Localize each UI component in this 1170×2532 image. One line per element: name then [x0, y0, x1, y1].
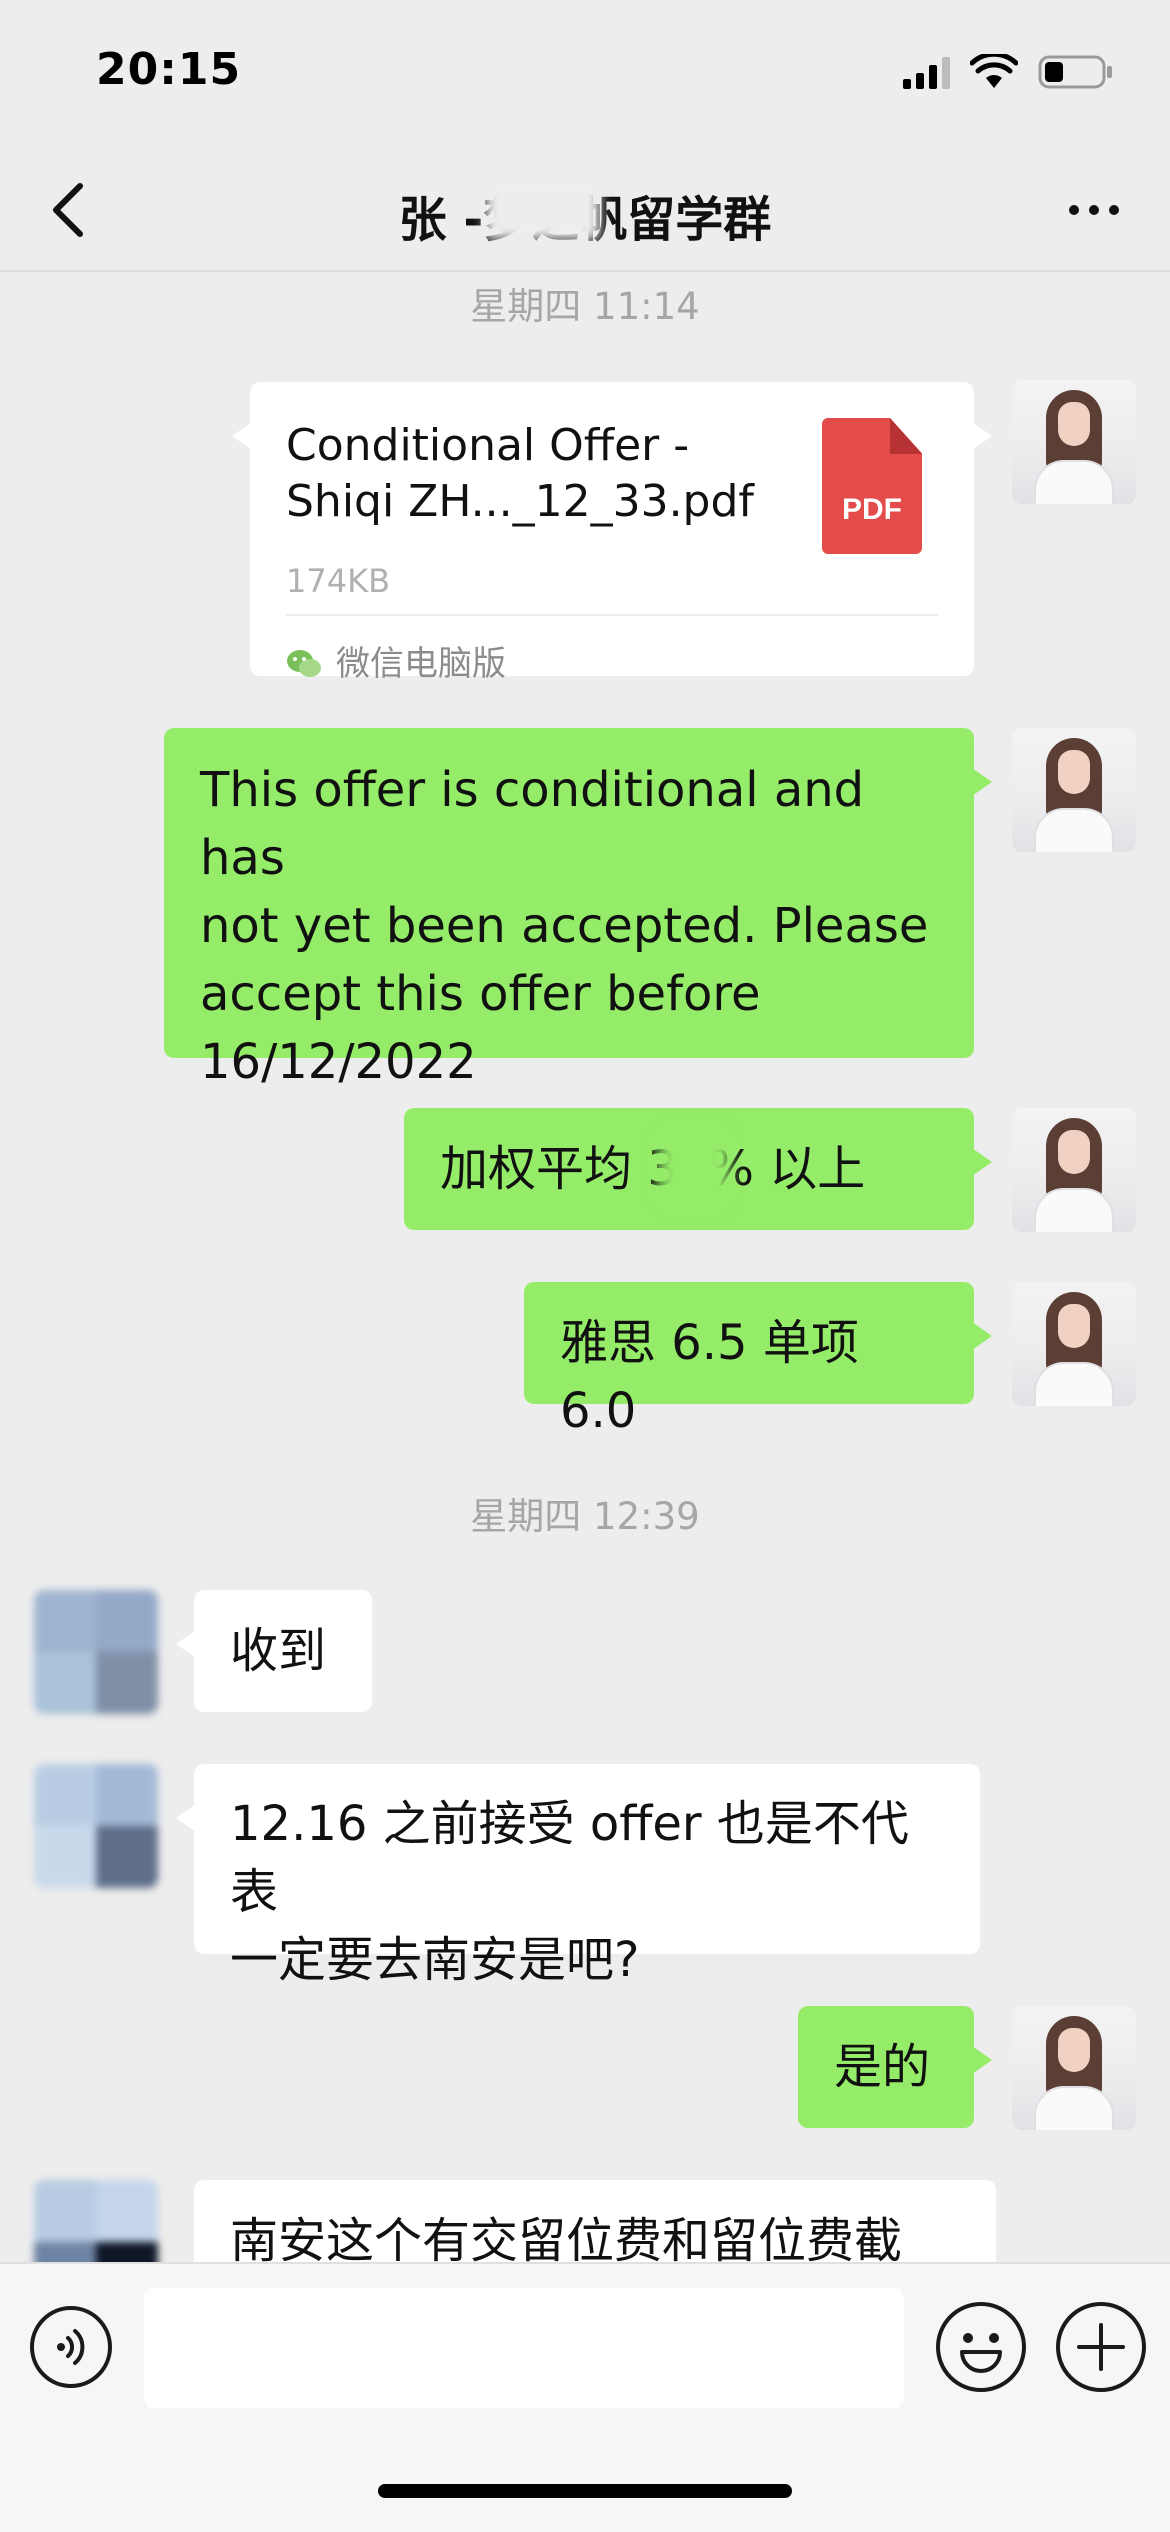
voice-input-button[interactable] — [30, 2306, 112, 2388]
message-input[interactable] — [144, 2288, 904, 2408]
wechat-icon — [287, 650, 321, 677]
message-bubble-sent[interactable]: 加权平均 33% 以上 — [404, 1108, 992, 1230]
more-dots-icon — [1069, 205, 1079, 215]
my-avatar[interactable] — [1012, 2006, 1136, 2130]
wifi-icon — [970, 54, 1018, 88]
message-bubble-sent[interactable]: 是的 — [798, 2006, 992, 2128]
home-indicator[interactable] — [378, 2484, 792, 2498]
back-button[interactable] — [36, 178, 100, 242]
plus-icon — [1077, 2323, 1125, 2371]
message-line: not yet been accepted. Please — [200, 898, 929, 954]
message-line: 一定要去南安是吧? — [230, 1932, 640, 1988]
message-bubble-sent[interactable]: This offer is conditional and has not ye… — [164, 728, 992, 1090]
file-size: 174KB — [286, 562, 391, 600]
message-text: 南安这个有交留位费和留位费截 — [230, 2213, 903, 2269]
file-message-card[interactable]: Conditional Offer - Shiqi ZH..._12_33.pd… — [232, 382, 992, 684]
status-time: 20:15 — [96, 44, 242, 95]
timestamp: 星期四 11:14 — [470, 285, 700, 328]
chat-title: 张 -梦之帆留学群 — [230, 180, 940, 250]
emoji-button[interactable] — [936, 2302, 1026, 2392]
my-avatar[interactable] — [1012, 1282, 1136, 1406]
file-name: Conditional Offer - Shiqi ZH..._12_33.pd… — [286, 420, 754, 527]
divider — [286, 614, 938, 616]
input-bar — [0, 2262, 1170, 2532]
my-avatar[interactable] — [1012, 1108, 1136, 1232]
message-text: 加权平均 33% 以上 — [440, 1141, 866, 1197]
message-line: 16/12/2022 — [200, 1034, 477, 1090]
message-line: 12.16 之前接受 offer 也是不代表 — [230, 1796, 909, 1920]
chevron-left-icon — [53, 183, 83, 237]
chat-header: 张 -梦之帆留学群 — [0, 150, 1170, 272]
contact-avatar[interactable] — [34, 1590, 158, 1714]
message-line: This offer is conditional and has — [200, 762, 865, 886]
file-source-label: 微信电脑版 — [336, 644, 506, 684]
message-text: 收到 — [230, 1623, 327, 1679]
message-bubble-received[interactable]: 12.16 之前接受 offer 也是不代表 一定要去南安是吧? — [176, 1764, 980, 1988]
my-avatar[interactable] — [1012, 380, 1136, 504]
message-bubble-sent[interactable]: 雅思 6.5 单项 6.0 — [524, 1282, 992, 1439]
status-bar: 20:15 — [0, 0, 1170, 150]
privacy-blur — [658, 1128, 730, 1208]
voice-wave-icon — [57, 2329, 85, 2365]
title-privacy-blur — [485, 180, 600, 240]
more-options-button[interactable] — [1052, 178, 1136, 242]
message-text: 雅思 6.5 单项 6.0 — [560, 1315, 859, 1439]
message-line: accept this offer before — [200, 966, 761, 1022]
battery-icon — [1038, 55, 1112, 89]
pdf-label: PDF — [842, 493, 902, 526]
smiley-icon — [960, 2333, 1002, 2373]
more-functions-button[interactable] — [1056, 2302, 1146, 2392]
file-source: 微信电脑版 — [286, 630, 506, 698]
status-icons — [903, 52, 1114, 92]
message-text: 是的 — [834, 2039, 931, 2095]
contact-avatar[interactable] — [34, 1764, 158, 1888]
timestamp: 星期四 12:39 — [470, 1495, 700, 1538]
cellular-signal-icon — [903, 55, 950, 89]
my-avatar[interactable] — [1012, 728, 1136, 852]
message-bubble-received[interactable]: 收到 — [176, 1590, 372, 1712]
